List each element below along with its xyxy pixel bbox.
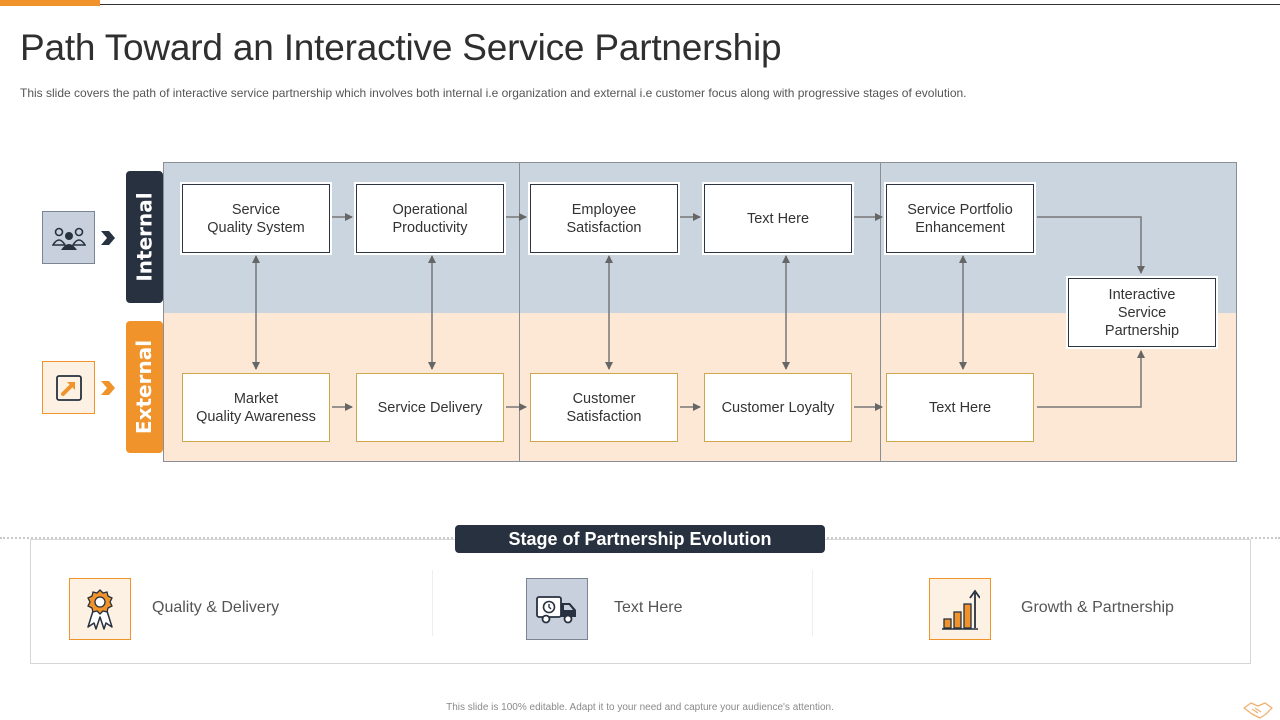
internal-box-service-portfolio-enhancement: Service Portfolio Enhancement <box>886 184 1034 253</box>
stage-label-text-here: Text Here <box>614 599 683 616</box>
column-divider <box>880 162 881 462</box>
page-subtitle: This slide covers the path of interactiv… <box>20 86 967 100</box>
stage-separator <box>812 570 813 636</box>
internal-lane-text: Internal <box>132 192 157 282</box>
external-lane-label: External <box>126 321 163 453</box>
final-box-interactive-service-partnership: Interactive Service Partnership <box>1068 278 1216 347</box>
internal-box-employee-satisfaction: Employee Satisfaction <box>530 184 678 253</box>
delivery-truck-icon <box>526 578 588 640</box>
stage-label-growth-partnership: Growth & Partnership <box>1021 599 1174 616</box>
chevron-right-icon <box>98 229 116 247</box>
external-box-customer-satisfaction: Customer Satisfaction <box>530 373 678 442</box>
page-title: Path Toward an Interactive Service Partn… <box>20 27 782 68</box>
external-box-service-delivery: Service Delivery <box>356 373 504 442</box>
footer-note: This slide is 100% editable. Adapt it to… <box>446 702 834 713</box>
top-accent-bar <box>0 0 100 6</box>
external-box-text-here: Text Here <box>886 373 1034 442</box>
arrow-up-right-icon <box>42 361 95 414</box>
column-divider <box>519 162 520 462</box>
chevron-right-icon <box>98 379 116 397</box>
internal-lane-label: Internal <box>126 171 163 303</box>
internal-box-service-quality-system: Service Quality System <box>182 184 330 253</box>
growth-chart-icon <box>929 578 991 640</box>
stage-separator <box>432 570 433 636</box>
external-lane-text: External <box>132 339 157 435</box>
external-box-customer-loyalty: Customer Loyalty <box>704 373 852 442</box>
stage-header: Stage of Partnership Evolution <box>455 525 825 553</box>
top-divider-line <box>100 4 1280 5</box>
team-icon <box>42 211 95 264</box>
handshake-icon <box>1242 700 1274 720</box>
internal-box-text-here: Text Here <box>704 184 852 253</box>
external-box-market-quality-awareness: Market Quality Awareness <box>182 373 330 442</box>
award-badge-icon <box>69 578 131 640</box>
stage-label-quality-delivery: Quality & Delivery <box>152 599 280 616</box>
internal-box-operational-productivity: Operational Productivity <box>356 184 504 253</box>
